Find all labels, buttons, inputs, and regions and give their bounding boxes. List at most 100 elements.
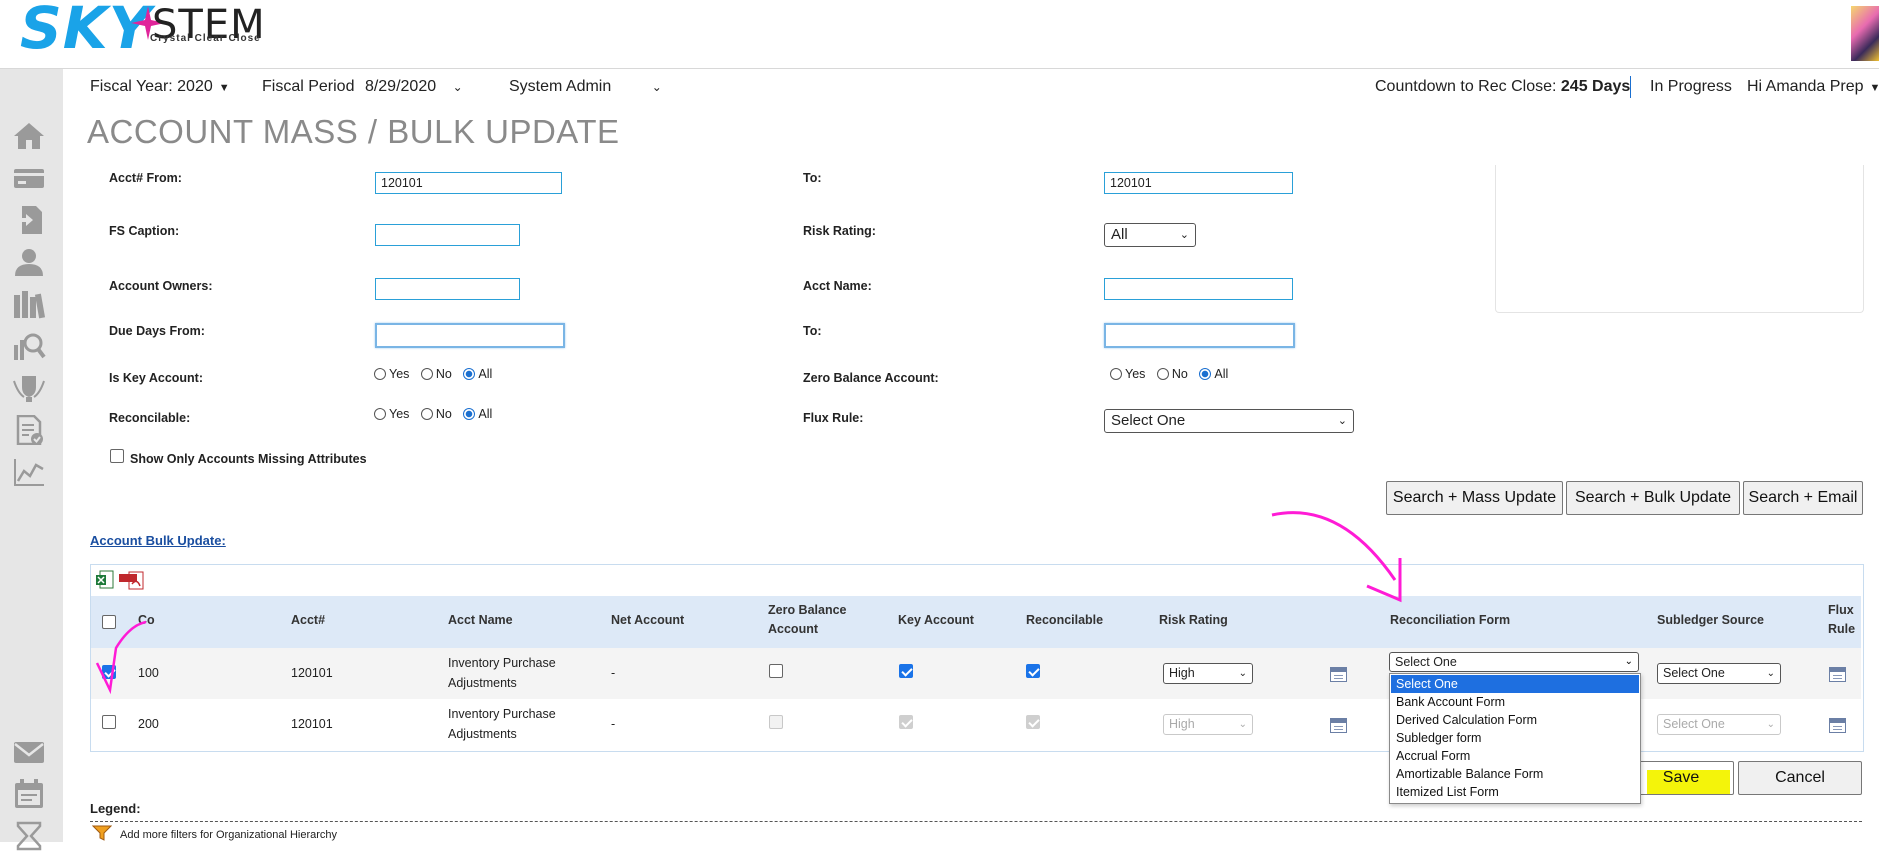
col-flux-rule[interactable]: Flux Rule	[1828, 601, 1855, 639]
option-amortizable-balance-form[interactable]: Amortizable Balance Form	[1391, 765, 1639, 783]
flux-rule-icon[interactable]	[1829, 718, 1846, 733]
reconcilable-label: Reconcilable:	[109, 411, 191, 425]
fiscal-period-label: Fiscal Period	[262, 78, 355, 95]
due-days-to-label: To:	[803, 324, 822, 338]
option-derived-calculation-form[interactable]: Derived Calculation Form	[1391, 711, 1639, 729]
cell-co: 100	[138, 666, 159, 680]
subledger-source-select[interactable]: Select One ⌄	[1657, 663, 1781, 684]
document-transfer-icon[interactable]	[12, 205, 46, 235]
zero-balance-all-radio[interactable]	[1199, 368, 1212, 380]
reconciliation-form-select[interactable]: Select One ⌄	[1389, 652, 1639, 672]
hourglass-icon[interactable]	[12, 821, 46, 851]
zero-balance-checkbox[interactable]	[769, 664, 783, 678]
reconciliation-form-value: Select One	[1395, 655, 1457, 669]
due-days-from-input[interactable]	[375, 323, 565, 348]
col-co[interactable]: Co	[138, 611, 155, 630]
home-icon[interactable]	[12, 121, 46, 151]
due-days-to-input[interactable]	[1104, 323, 1295, 348]
mail-icon[interactable]	[12, 737, 46, 767]
excel-icon[interactable]	[96, 570, 114, 590]
flux-rule-select[interactable]: Select One ⌄	[1104, 409, 1354, 433]
legend-divider	[90, 821, 1862, 822]
user-icon[interactable]	[12, 247, 46, 277]
is-key-no-radio[interactable]	[420, 368, 433, 380]
account-owners-input[interactable]	[375, 278, 520, 300]
library-icon[interactable]	[12, 289, 46, 319]
col-key-account[interactable]: Key Account	[898, 611, 974, 630]
greeting: Hi Amanda Prep	[1747, 78, 1864, 95]
notes-icon[interactable]	[1330, 667, 1347, 682]
select-all-checkbox[interactable]	[102, 615, 116, 629]
notes-icon[interactable]	[1330, 718, 1347, 733]
risk-rating-value: High	[1169, 717, 1195, 731]
col-acct-name[interactable]: Acct Name	[448, 611, 513, 630]
col-reconcilable[interactable]: Reconcilable	[1026, 611, 1103, 630]
reconcilable-yes-radio[interactable]	[374, 408, 386, 420]
fiscal-year-select[interactable]: Fiscal Year: 2020 ▼	[90, 78, 230, 96]
zero-balance-yes-radio[interactable]	[1110, 368, 1122, 380]
search-email-button[interactable]: Search + Email	[1743, 481, 1863, 515]
col-acct[interactable]: Acct#	[291, 611, 325, 630]
radio-all-label: All	[478, 407, 493, 421]
risk-rating-value: High	[1169, 666, 1195, 680]
option-itemized-list-form[interactable]: Itemized List Form	[1391, 783, 1639, 801]
pdf-icon[interactable]	[119, 570, 149, 590]
col-risk-rating[interactable]: Risk Rating	[1159, 611, 1228, 630]
reconcilable-all-radio[interactable]	[463, 408, 476, 420]
missing-attributes-checkbox[interactable]	[110, 449, 124, 463]
legend-title: Legend:	[90, 801, 141, 816]
fs-caption-input[interactable]	[375, 224, 520, 246]
line-chart-icon[interactable]	[12, 457, 46, 487]
option-subledger-form[interactable]: Subledger form	[1391, 729, 1639, 747]
fiscal-year-label: Fiscal Year: 2020	[90, 78, 213, 95]
page-title: ACCOUNT MASS / BULK UPDATE	[87, 113, 620, 150]
reconcilable-checkbox[interactable]	[1026, 664, 1040, 678]
checklist-icon[interactable]	[12, 415, 46, 445]
option-accrual-form[interactable]: Accrual Form	[1391, 747, 1639, 765]
award-icon[interactable]	[12, 373, 46, 403]
col-net-account[interactable]: Net Account	[611, 611, 684, 630]
reconcilable-radios: Yes No All	[374, 407, 492, 421]
cell-acct-name-line2: Adjustments	[448, 727, 517, 741]
grid-header	[91, 596, 1861, 648]
acct-to-input[interactable]: 120101	[1104, 172, 1293, 194]
col-reconciliation-form[interactable]: Reconciliation Form	[1390, 611, 1510, 630]
risk-rating-select[interactable]: High ⌄	[1163, 663, 1253, 684]
option-bank-account-form[interactable]: Bank Account Form	[1391, 693, 1639, 711]
missing-attributes-label: Show Only Accounts Missing Attributes	[130, 452, 367, 466]
acct-name-label: Acct Name:	[803, 279, 872, 293]
acct-name-input[interactable]	[1104, 278, 1293, 300]
flux-rule-label: Flux Rule:	[803, 411, 864, 425]
is-key-account-label: Is Key Account:	[109, 371, 204, 385]
key-account-checkbox[interactable]	[899, 664, 913, 678]
row-select-checkbox[interactable]	[102, 715, 116, 729]
search-bulk-update-button[interactable]: Search + Bulk Update	[1566, 481, 1740, 515]
fiscal-period-select[interactable]: Fiscal Period 8/29/2020 ⌄	[262, 78, 463, 96]
is-key-all-radio[interactable]	[463, 368, 476, 380]
col-subledger-source[interactable]: Subledger Source	[1657, 611, 1764, 630]
calendar-icon[interactable]	[12, 779, 46, 809]
acct-from-input[interactable]: 120101	[375, 172, 562, 194]
zero-balance-checkbox	[769, 715, 783, 729]
chevron-down-icon: ⌄	[1238, 668, 1247, 679]
save-button[interactable]: Save	[1628, 761, 1734, 795]
account-bulk-update-link[interactable]: Account Bulk Update:	[90, 533, 226, 548]
avatar[interactable]	[1851, 6, 1879, 61]
cancel-button[interactable]: Cancel	[1738, 761, 1862, 795]
row-select-checkbox[interactable]	[102, 665, 116, 679]
col-zero-balance[interactable]: Zero Balance Account	[768, 601, 847, 639]
risk-rating-select[interactable]: All ⌄	[1104, 223, 1196, 247]
card-icon[interactable]	[12, 163, 46, 193]
top-bar	[0, 0, 1879, 69]
option-select-one[interactable]: Select One	[1391, 675, 1639, 693]
subledger-source-value: Select One	[1663, 666, 1725, 680]
flux-rule-icon[interactable]	[1829, 667, 1846, 682]
is-key-yes-radio[interactable]	[374, 368, 386, 380]
reconcilable-no-radio[interactable]	[420, 408, 433, 420]
search-mass-update-button[interactable]: Search + Mass Update	[1386, 481, 1563, 515]
zero-balance-no-radio[interactable]	[1156, 368, 1169, 380]
role-select[interactable]: System Admin ⌄	[509, 78, 662, 96]
user-menu[interactable]: Hi Amanda Prep ▼	[1747, 78, 1879, 96]
fiscal-period-value: 8/29/2020	[364, 78, 437, 95]
search-report-icon[interactable]	[12, 331, 46, 361]
